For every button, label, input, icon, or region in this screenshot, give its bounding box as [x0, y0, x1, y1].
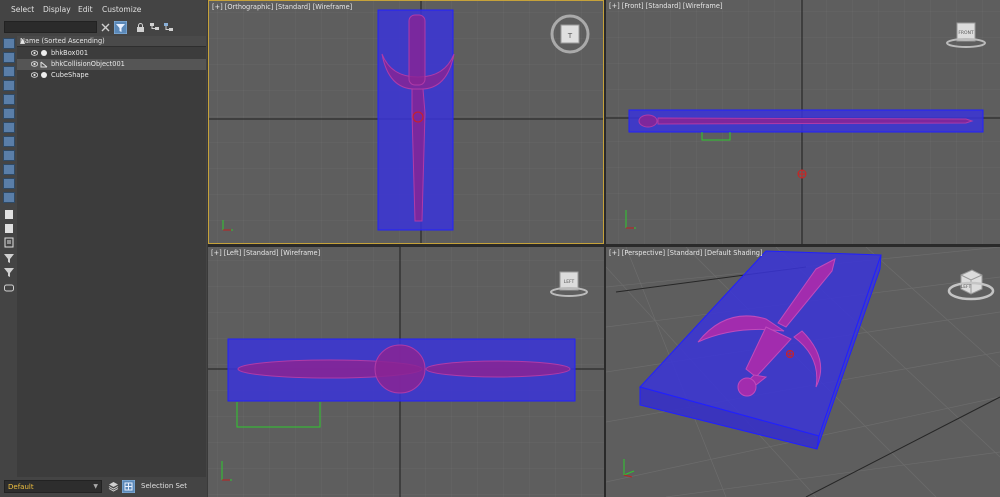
viewcube-top-label: T	[567, 32, 573, 40]
menu-select[interactable]: Select	[11, 5, 34, 14]
light-filter-icon[interactable]	[3, 80, 15, 91]
helper-filter-icon[interactable]	[3, 108, 15, 119]
tree-item-label: bhkCollisionObject001	[51, 60, 125, 68]
viewport-perspective-label[interactable]: [+] [Perspective] [Standard] [Default Sh…	[609, 249, 763, 257]
filter-toggle-icon[interactable]	[114, 21, 127, 34]
explorer-menubar: Select Display Edit Customize	[0, 0, 207, 20]
app-window: Select Display Edit Customize Name (Sort…	[0, 0, 1000, 497]
viewport-front-canvas: FRONT	[606, 0, 1000, 244]
visibility-eye-icon[interactable]	[31, 61, 38, 67]
viewport-top-label[interactable]: [+] [Orthographic] [Standard] [Wireframe…	[212, 3, 352, 11]
collision-object-icon	[40, 61, 48, 68]
scene-tree: Name (Sorted Ascending) ▲ bhkBox001 bhkC…	[17, 36, 206, 484]
layer-dropdown-value: Default	[8, 483, 34, 491]
xref-filter-icon[interactable]	[3, 150, 15, 161]
display-references-icon[interactable]	[3, 223, 15, 234]
viewport-left-canvas: LEFT	[208, 247, 604, 497]
selection-set-icon[interactable]	[122, 480, 135, 493]
clear-search-icon[interactable]	[100, 22, 111, 33]
tree-item-label: bhkBox001	[51, 49, 89, 57]
viewport-front-label[interactable]: [+] [Front] [Standard] [Wireframe]	[609, 2, 722, 10]
display-influences-icon[interactable]	[3, 237, 15, 248]
hidden-filter-icon[interactable]	[3, 192, 15, 203]
explorer-bottombar: Default ▼ Selection Set	[0, 477, 207, 497]
display-children-icon[interactable]	[3, 209, 15, 220]
viewport-perspective[interactable]: LEFT [+] [Perspective] [Standard] [Defau…	[606, 247, 1000, 497]
chevron-down-icon: ▼	[93, 483, 98, 490]
viewport-perspective-canvas: LEFT	[606, 247, 1000, 497]
tree-item-label: CubeShape	[51, 71, 89, 79]
particle-filter-icon[interactable]	[3, 178, 15, 189]
tree-row[interactable]: bhkBox001	[17, 48, 206, 59]
viewport-top[interactable]: T [+] [Orthographic] [Standard] [Wirefra…	[208, 0, 604, 244]
camera-filter-icon[interactable]	[3, 94, 15, 105]
viewcube-left-label: LEFT	[564, 279, 575, 285]
layer-dropdown[interactable]: Default ▼	[4, 480, 102, 493]
tree-row[interactable]: CubeShape	[17, 70, 206, 81]
shape-filter-icon[interactable]	[3, 66, 15, 77]
tree-row[interactable]: bhkCollisionObject001	[17, 59, 206, 70]
filter-icon[interactable]	[3, 267, 15, 278]
viewport-left-label[interactable]: [+] [Left] [Standard] [Wireframe]	[211, 249, 320, 257]
collapse-icon[interactable]	[3, 282, 15, 293]
funnel-icon[interactable]	[3, 253, 15, 264]
explorer-filterbar	[0, 19, 207, 35]
bone-filter-icon[interactable]	[3, 164, 15, 175]
search-input[interactable]	[4, 21, 97, 33]
viewport-front[interactable]: FRONT [+] [Front] [Standard] [Wireframe]	[606, 0, 1000, 244]
lock-icon[interactable]	[135, 22, 146, 33]
spacewarp-filter-icon[interactable]	[3, 122, 15, 133]
layers-icon[interactable]	[108, 481, 119, 492]
sort-ascending-icon: ▲	[20, 37, 26, 45]
visibility-eye-icon[interactable]	[31, 72, 38, 78]
viewcube-front-label: FRONT	[958, 30, 974, 36]
menu-display[interactable]: Display	[43, 5, 71, 14]
group-filter-icon[interactable]	[3, 136, 15, 147]
pivot-marker	[786, 350, 794, 358]
menu-edit[interactable]: Edit	[78, 5, 93, 14]
viewcube-perspective-label: LEFT	[961, 284, 972, 290]
object-icon	[41, 72, 47, 78]
viewport-left[interactable]: LEFT [+] [Left] [Standard] [Wireframe]	[208, 247, 604, 497]
scene-explorer: Select Display Edit Customize Name (Sort…	[0, 0, 207, 497]
visibility-eye-icon[interactable]	[31, 50, 38, 56]
filter-toolbar	[3, 37, 16, 297]
layer-hierarchy-icon[interactable]	[163, 22, 174, 33]
object-icon	[41, 50, 47, 56]
display-all-icon[interactable]	[3, 38, 15, 49]
pivot-marker	[797, 169, 807, 179]
viewport-top-canvas: T	[209, 1, 603, 243]
menu-customize[interactable]: Customize	[102, 5, 141, 14]
tree-column-header[interactable]: Name (Sorted Ascending) ▲	[17, 36, 206, 47]
selection-set-label: Selection Set	[141, 482, 187, 490]
geometry-filter-icon[interactable]	[3, 52, 15, 63]
hierarchy-icon[interactable]	[149, 22, 160, 33]
